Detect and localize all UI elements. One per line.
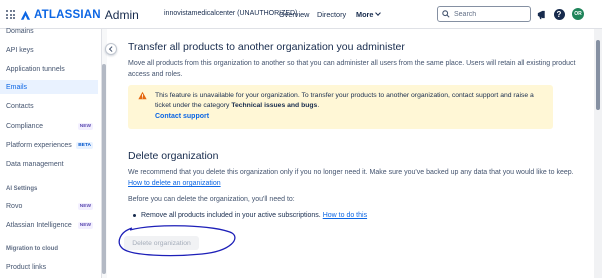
hand-drawn-circle-annotation	[118, 225, 236, 257]
how-to-do-this-link[interactable]: How to do this	[323, 212, 367, 219]
delete-description: We recommend that you delete this organi…	[128, 167, 588, 189]
sidebar-scrollbar-thumb[interactable]	[102, 64, 106, 274]
sidebar-item-label: Product links	[6, 263, 47, 271]
section-migration: Migration to cloud	[6, 246, 58, 252]
warning-message: This feature is unavailable for your org…	[155, 91, 547, 111]
sidebar-item-label: Emails	[6, 83, 28, 91]
search-input[interactable]	[454, 10, 524, 18]
help-button[interactable]: ?	[553, 8, 565, 20]
warning-text: This feature is unavailable for your org…	[155, 92, 534, 109]
sidebar-item-emails[interactable]: Emails	[0, 80, 98, 94]
warning-text-end: .	[317, 102, 320, 109]
sidebar-item-application-tunnels[interactable]: Application tunnels	[0, 62, 98, 76]
atlassian-admin-logo[interactable]: ATLASSIAN Admin	[20, 7, 139, 23]
bullet-dot	[133, 214, 136, 217]
sidebar-item-label: Data management	[6, 160, 64, 168]
new-badge: NEW	[77, 221, 93, 229]
nav-more-label: More	[356, 10, 374, 19]
sidebar-item-rovo[interactable]: Rovo NEW	[0, 199, 98, 213]
beta-badge: BETA	[76, 141, 93, 149]
new-badge: NEW	[77, 122, 93, 130]
transfer-description: Move all products from this organization…	[128, 60, 576, 78]
delete-description-text: We recommend that you delete this organi…	[128, 169, 574, 176]
chevron-down-icon	[375, 10, 382, 16]
product-name: Admin	[104, 8, 139, 22]
sidebar-item-data-management[interactable]: Data management	[0, 157, 98, 171]
sidebar-item-contacts[interactable]: Contacts	[0, 99, 98, 113]
delete-prerequisites: Before you can delete the organization, …	[128, 196, 295, 203]
chevron-left-icon	[109, 46, 115, 52]
avatar[interactable]: OR	[572, 8, 584, 20]
transfer-section-title: Transfer all products to another organiz…	[128, 41, 405, 53]
sidebar: Domains API keys Application tunnels Ema…	[0, 28, 103, 278]
sidebar-item-api-keys[interactable]: API keys	[0, 43, 98, 57]
warning-category: Technical issues and bugs	[231, 102, 318, 109]
megaphone-icon	[537, 10, 545, 19]
help-icon: ?	[553, 8, 565, 20]
sidebar-item-label: API keys	[6, 46, 34, 54]
nav-more[interactable]: More	[356, 10, 382, 19]
sidebar-item-platform-experiences[interactable]: Platform experiences BETA	[0, 138, 98, 152]
sidebar-item-domains[interactable]: Domains	[0, 24, 98, 38]
sidebar-item-label: Contacts	[6, 102, 34, 110]
sidebar-item-atlassian-intelligence[interactable]: Atlassian Intelligence NEW	[0, 218, 98, 232]
how-to-delete-link[interactable]: How to delete an organization	[128, 180, 221, 187]
bullet-text: Remove all products included in your act…	[141, 212, 321, 219]
sidebar-item-label: Compliance	[6, 122, 43, 130]
list-item: Remove all products included in your act…	[133, 212, 367, 219]
sidebar-item-label: Atlassian Intelligence	[6, 221, 72, 229]
sidebar-item-label: Rovo	[6, 202, 23, 210]
collapse-sidebar-button[interactable]	[105, 43, 117, 55]
atlassian-logo-icon	[20, 10, 31, 20]
contact-support-link[interactable]: Contact support	[155, 113, 209, 120]
warning-icon	[138, 91, 147, 100]
section-ai-settings: AI Settings	[6, 186, 38, 192]
sidebar-item-product-links[interactable]: Product links	[0, 260, 98, 274]
brand-name: ATLASSIAN	[34, 9, 101, 21]
delete-section-title: Delete organization	[128, 150, 219, 162]
main-scrollbar-thumb[interactable]	[596, 40, 600, 110]
search-box[interactable]	[437, 6, 531, 22]
new-badge: NEW	[77, 202, 93, 210]
sidebar-item-label: Domains	[6, 27, 34, 35]
notifications-button[interactable]	[535, 8, 547, 20]
sidebar-item-label: Platform experiences	[6, 141, 72, 149]
nav-overview[interactable]: Overview	[279, 10, 309, 19]
search-icon	[442, 10, 450, 18]
sidebar-item-compliance[interactable]: Compliance NEW	[0, 119, 98, 133]
nav-directory[interactable]: Directory	[317, 10, 346, 19]
organization-name[interactable]: innovistamedicalcenter (UNAUTHORIZED)	[164, 10, 297, 17]
warning-banner: This feature is unavailable for your org…	[128, 85, 553, 129]
app-switcher-icon[interactable]	[6, 10, 15, 19]
sidebar-item-label: Application tunnels	[6, 65, 65, 73]
